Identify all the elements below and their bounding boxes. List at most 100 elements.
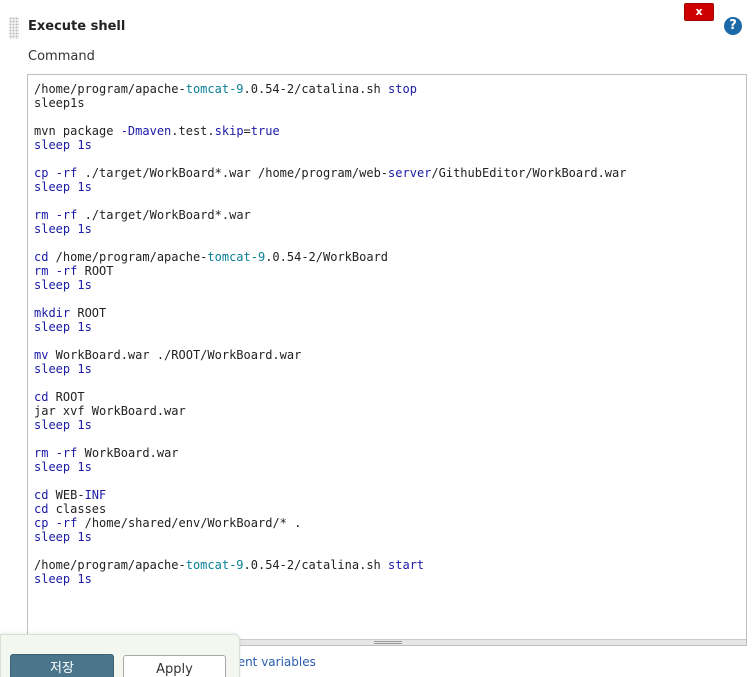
code-token: /home/shared/env/WorkBoard/* . [77,516,302,530]
resize-grip-icon[interactable] [374,641,402,644]
code-line: mkdir ROOT [34,306,626,320]
code-token: sleep 1s [34,530,92,544]
command-label: Command [28,49,95,64]
code-line: mvn package -Dmaven.test.skip=true [34,124,626,138]
code-token: sleep 1s [34,222,92,236]
code-token: ./target/WorkBoard*.war /home/program/we… [77,166,389,180]
save-button[interactable]: 저장 [10,654,114,677]
code-token: /GithubEditor/WorkBoard.war [431,166,627,180]
code-line: cp -rf ./target/WorkBoard*.war /home/pro… [34,166,626,180]
code-token: sleep 1s [34,572,92,586]
code-line: sleep 1s [34,278,626,292]
code-token: ROOT [70,306,107,320]
code-token: ROOT [48,390,85,404]
code-token: .0.54-2/catalina.sh [243,558,389,572]
step-title: Execute shell [28,19,126,34]
execute-shell-step: Execute shell x ? Command /home/program/… [0,0,752,677]
code-token: server [388,166,432,180]
code-token: rm [34,264,49,278]
code-line: sleep 1s [34,418,626,432]
code-line: sleep 1s [34,138,626,152]
code-line: sleep 1s [34,460,626,474]
code-token: -rf [55,208,78,222]
code-token: INF [84,488,107,502]
code-token: -rf [55,264,78,278]
code-token: .0.54-2/catalina.sh [243,82,389,96]
code-token: ./target/WorkBoard*.war [77,208,251,222]
code-line: cp -rf /home/shared/env/WorkBoard/* . [34,516,626,530]
code-line: rm -rf ROOT [34,264,626,278]
code-token: = [243,124,251,138]
code-token: sleep 1s [34,460,92,474]
code-line: sleep 1s [34,572,626,586]
help-icon[interactable]: ? [724,17,742,35]
code-line: sleep1s [34,96,626,110]
code-token: sleep 1s [34,320,92,334]
code-token: ROOT [77,264,114,278]
drag-handle-icon[interactable] [9,17,19,39]
code-line: sleep 1s [34,222,626,236]
apply-button[interactable]: Apply [123,655,226,677]
code-token: sleep1s [34,96,85,110]
code-token: tomcat-9 [207,250,266,264]
code-token: /home/program/apache- [34,558,186,572]
code-line: rm -rf WorkBoard.war [34,446,626,460]
code-token: mv [34,348,49,362]
code-line: sleep 1s [34,180,626,194]
code-token: cd [34,390,49,404]
command-editor[interactable]: /home/program/apache-tomcat-9.0.54-2/cat… [27,74,747,646]
code-token: WorkBoard.war ./ROOT/WorkBoard.war [48,348,302,362]
code-token: mkdir [34,306,71,320]
code-token: rm [34,446,49,460]
code-token: sleep 1s [34,180,92,194]
code-line: /home/program/apache-tomcat-9.0.54-2/cat… [34,82,626,96]
code-token: .test. [171,124,215,138]
code-line: sleep 1s [34,320,626,334]
code-line: cd /home/program/apache-tomcat-9.0.54-2/… [34,250,626,264]
code-token: WorkBoard.war [77,446,179,460]
code-token: sleep 1s [34,138,92,152]
code-token: -rf [55,516,78,530]
code-line: sleep 1s [34,362,626,376]
code-token: cd [34,502,49,516]
code-token: cp [34,516,49,530]
code-token: /home/program/apache- [34,82,186,96]
code-token: cd [34,250,49,264]
code-token: tomcat-9 [185,82,244,96]
command-text[interactable]: /home/program/apache-tomcat-9.0.54-2/cat… [34,82,626,586]
code-line: rm -rf ./target/WorkBoard*.war [34,208,626,222]
code-token: start [388,558,425,572]
code-token: rm [34,208,49,222]
code-token: true [250,124,280,138]
code-token: /home/program/apache- [48,250,208,264]
code-line: cd ROOT [34,390,626,404]
code-token: sleep 1s [34,418,92,432]
code-token: jar xvf WorkBoard.war [34,404,186,418]
code-token: sleep 1s [34,362,92,376]
code-line: sleep 1s [34,530,626,544]
code-token: classes [48,502,107,516]
delete-step-button[interactable]: x [684,3,714,21]
code-token: cd [34,488,49,502]
code-token: tomcat-9 [185,558,244,572]
code-token: .0.54-2/WorkBoard [265,250,389,264]
code-token: WEB- [48,488,85,502]
code-token: mvn package [34,124,121,138]
code-token: stop [388,82,417,96]
code-token: -rf [55,446,78,460]
code-token: -rf [55,166,78,180]
code-line: cd classes [34,502,626,516]
